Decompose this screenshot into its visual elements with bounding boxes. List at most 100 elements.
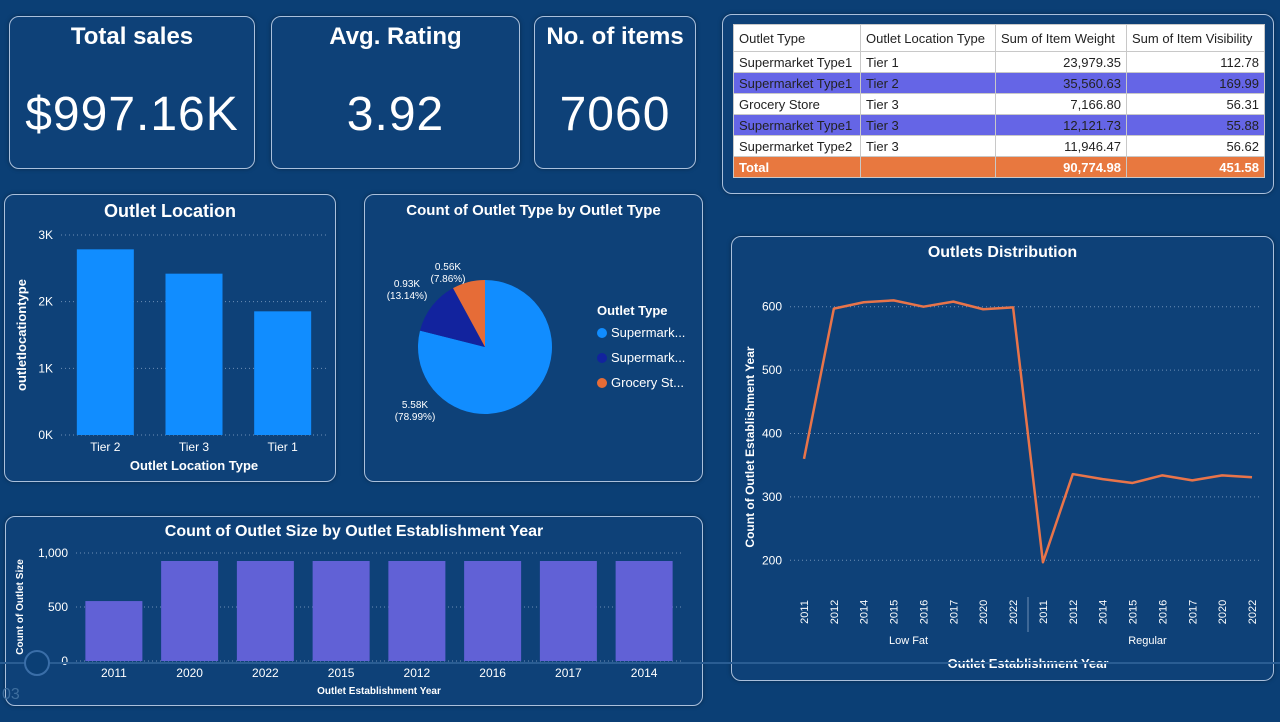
table-cell: 11,946.47: [995, 135, 1127, 157]
x-tick-label: 2022: [1008, 600, 1020, 624]
y-axis-label: Count of Outlet Establishment Year: [743, 346, 757, 547]
legend-item[interactable]: Grocery St...: [597, 375, 684, 390]
table-header[interactable]: Outlet Type: [733, 24, 861, 52]
x-tick-label: 2020: [1217, 600, 1229, 624]
x-tick-label: 2016: [1157, 600, 1169, 624]
x-tick-label: 2022: [1247, 600, 1259, 624]
x-tick-label: 2014: [859, 600, 871, 624]
y-axis-label: outletlocationtype: [14, 279, 29, 391]
table-cell: 56.31: [1126, 93, 1265, 115]
x-tick-label: 2016: [479, 666, 506, 680]
table-cell: Supermarket Type2: [733, 135, 861, 157]
x-tick-label: 2017: [948, 600, 960, 624]
table-cell: Tier 3: [860, 93, 996, 115]
y-tick-label: 0: [61, 654, 68, 668]
kpi-card-avg-rating: Avg. Rating 3.92: [271, 16, 520, 169]
legend-dot-icon: [597, 378, 607, 388]
x-group-label: Low Fat: [889, 635, 928, 647]
table-header-row: Outlet Type Outlet Location Type Sum of …: [733, 24, 1265, 52]
table-cell: 7,166.80: [995, 93, 1127, 115]
table-row[interactable]: Supermarket Type2 Tier 3 11,946.47 56.62: [733, 135, 1265, 157]
table-header[interactable]: Outlet Location Type: [860, 24, 996, 52]
outlet-location-card: Outlet Location 0K 1K 2K 3K Tier 2 Tier 3 Tier…: [4, 194, 336, 482]
outlet-table: Outlet Type Outlet Location Type Sum of …: [733, 24, 1265, 178]
x-tick-label: 2011: [101, 666, 127, 680]
x-tick-label: 2011: [799, 600, 811, 624]
page-number: 03: [2, 686, 20, 703]
bar: [236, 560, 294, 661]
bar: [85, 601, 143, 661]
pie-legend: Outlet Type Supermark... Supermark... Gr…: [597, 303, 697, 403]
table-row[interactable]: Grocery Store Tier 3 7,166.80 56.31: [733, 93, 1265, 115]
x-tick-label: 2014: [631, 666, 658, 680]
x-tick-label: Tier 2: [90, 440, 121, 454]
x-axis-label: Outlet Establishment Year: [317, 686, 441, 697]
bar: [464, 560, 522, 661]
x-tick-label: 2015: [328, 666, 355, 680]
kpi-value: 7060: [559, 88, 671, 141]
table-row[interactable]: Supermarket Type1 Tier 3 12,121.73 55.88: [733, 114, 1265, 136]
x-tick-label: 2014: [1098, 600, 1110, 624]
x-tick-label: 2017: [1187, 600, 1199, 624]
table-header[interactable]: Sum of Item Visibility: [1126, 24, 1265, 52]
x-tick-label: 2020: [176, 666, 203, 680]
pie-value-label: 5.58K: [402, 400, 428, 411]
table-total-cell: 451.58: [1126, 156, 1265, 178]
pie-percent-label: (13.14%): [387, 291, 428, 302]
table-header[interactable]: Sum of Item Weight: [995, 24, 1127, 52]
x-tick-label: 2020: [978, 600, 990, 624]
table-cell: Tier 1: [860, 51, 996, 73]
bar: [165, 273, 223, 435]
legend-dot-icon: [597, 353, 607, 363]
kpi-card-items: No. of items 7060: [534, 16, 696, 169]
legend-title: Outlet Type: [597, 303, 668, 318]
y-tick-label: 600: [762, 300, 782, 314]
page-slider-handle[interactable]: [24, 650, 50, 676]
table-cell: Supermarket Type1: [733, 72, 861, 94]
bar: [539, 560, 597, 661]
table-cell: 12,121.73: [995, 114, 1127, 136]
y-tick-label: 3K: [38, 228, 53, 242]
outlet-size-chart: 0 500 1,000 2011 2020 2022 2015 2012 2016 2017 201…: [15, 546, 682, 697]
kpi-title: Total sales: [70, 23, 194, 50]
pie-value-label: 0.93K: [394, 279, 420, 290]
bar: [76, 249, 134, 435]
table-cell: 56.62: [1126, 135, 1265, 157]
legend-item[interactable]: Supermark...: [597, 325, 685, 340]
table-row[interactable]: Supermarket Type1 Tier 2 35,560.63 169.9…: [733, 72, 1265, 94]
x-tick-label: 2012: [829, 600, 841, 624]
x-tick-label: 2011: [1038, 600, 1050, 624]
outlets-distribution-card: Outlets Distribution 200 300 400 500 600 2011…: [731, 236, 1274, 681]
legend-dot-icon: [597, 328, 607, 338]
x-tick-label: 2022: [252, 666, 279, 680]
legend-item[interactable]: Supermark...: [597, 350, 685, 365]
y-tick-label: 2K: [38, 295, 53, 309]
kpi-title: No. of items: [546, 23, 684, 50]
kpi-card-total-sales: Total sales $997.16K: [9, 16, 255, 169]
x-tick-label: 2012: [1068, 600, 1080, 624]
y-tick-label: 400: [762, 427, 782, 441]
line-series: [802, 299, 1253, 564]
table-cell: Supermarket Type1: [733, 114, 861, 136]
outlet-size-card: Count of Outlet Size by Outlet Establish…: [5, 516, 703, 706]
legend-label: Grocery St...: [611, 375, 684, 390]
pie-percent-label: (78.99%): [395, 412, 436, 423]
pie-value-label: 0.56K: [435, 262, 461, 273]
x-tick-label: 2012: [404, 666, 431, 680]
bar: [161, 560, 219, 661]
y-tick-label: 300: [762, 490, 782, 504]
table-cell: 23,979.35: [995, 51, 1127, 73]
outlets-distribution-chart: 200 300 400 500 600 2011 2012 2014 2015 2016 2017 2…: [743, 299, 1262, 671]
y-axis-label: Count of Outlet Size: [15, 559, 26, 655]
table-total-row: Total 90,774.98 451.58: [733, 156, 1265, 178]
outlet-location-chart: 0K 1K 2K 3K Tier 2 Tier 3 Tier 1 Outlet Locatio…: [14, 228, 327, 473]
kpi-value: 3.92: [346, 88, 445, 141]
x-tick-label: 2017: [555, 666, 582, 680]
x-tick-label: Tier 1: [268, 440, 299, 454]
y-tick-label: 0K: [38, 428, 53, 442]
y-tick-label: 1K: [38, 361, 53, 375]
bar: [312, 560, 370, 661]
x-axis-label: Outlet Location Type: [130, 458, 258, 473]
table-cell: Tier 2: [860, 72, 996, 94]
table-row[interactable]: Supermarket Type1 Tier 1 23,979.35 112.7…: [733, 51, 1265, 73]
